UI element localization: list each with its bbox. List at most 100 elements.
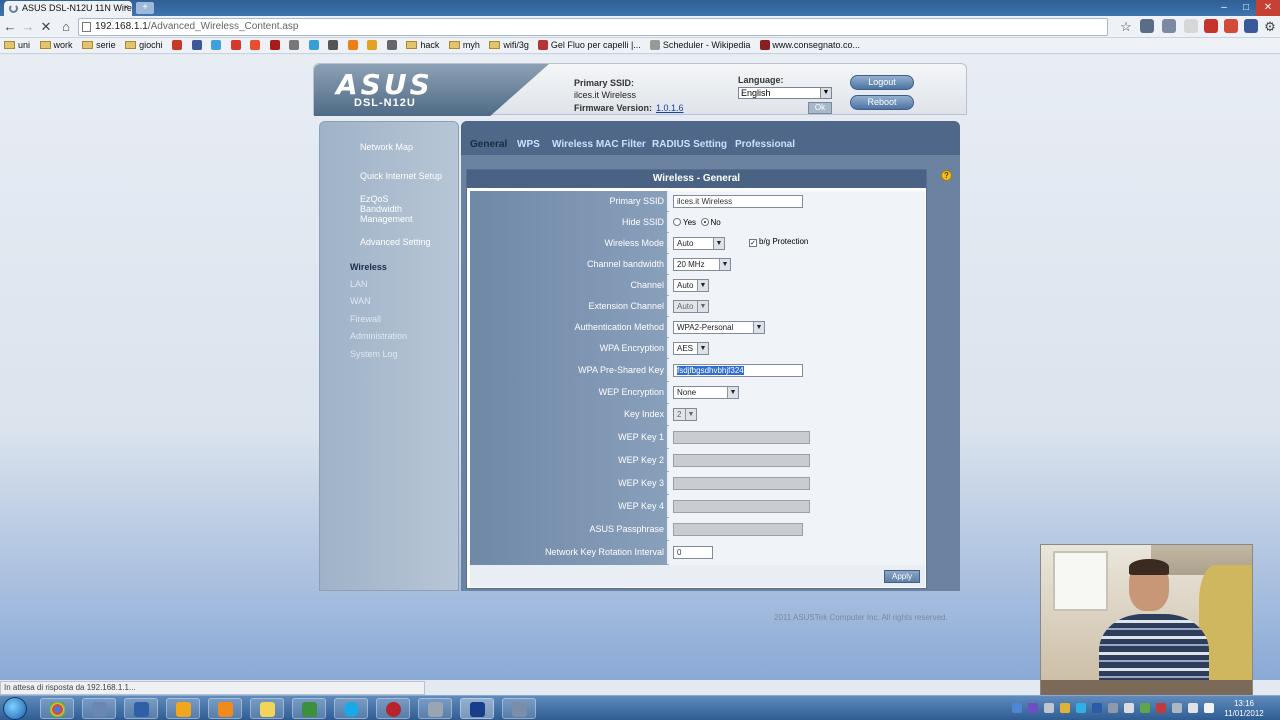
forward-icon[interactable]: → <box>20 19 36 35</box>
bookmark-icon[interactable] <box>308 38 319 54</box>
extension-icon[interactable] <box>1224 19 1238 33</box>
bookmark-icon[interactable] <box>367 38 378 54</box>
close-window-icon[interactable]: ✕ <box>1256 0 1280 16</box>
sidebar-item-advanced[interactable]: Advanced Setting <box>360 237 431 247</box>
tab-radius[interactable]: RADIUS Setting <box>652 139 727 150</box>
bookmark-icon[interactable] <box>289 38 300 54</box>
channel-bandwidth-select[interactable]: 20 MHz ▼ <box>673 258 731 271</box>
taskbar-app[interactable] <box>124 698 158 719</box>
back-icon[interactable]: ← <box>2 19 18 35</box>
hide-ssid-no-radio[interactable]: No <box>700 218 721 227</box>
home-icon[interactable]: ⌂ <box>58 19 74 35</box>
bookmark-icon[interactable] <box>328 38 339 54</box>
maximize-icon[interactable]: □ <box>1234 0 1258 16</box>
extension-icon[interactable] <box>1162 19 1176 33</box>
taskbar-app[interactable] <box>502 698 536 719</box>
bookmark-folder[interactable]: giochi <box>125 38 163 54</box>
wpa-psk-input[interactable]: fsdjfbgsdhvbhjf324 <box>673 364 803 377</box>
wep-key-4-input[interactable] <box>673 500 810 513</box>
bookmark-link[interactable]: www.consegnato.co... <box>759 38 860 54</box>
network-icon[interactable] <box>1172 703 1182 713</box>
bookmark-link[interactable]: Gel Fluo per capelli |... <box>538 38 641 54</box>
bookmark-icon[interactable] <box>347 38 358 54</box>
sidebar-item-network-map[interactable]: Network Map <box>360 142 413 152</box>
key-index-select[interactable]: 2 ▼ <box>673 408 697 421</box>
wep-key-2-input[interactable] <box>673 454 810 467</box>
taskbar-outlook[interactable] <box>166 698 200 719</box>
apply-button[interactable]: Apply <box>884 570 920 583</box>
new-tab-button[interactable]: + <box>136 2 154 14</box>
flag-icon[interactable] <box>1204 703 1214 713</box>
taskbar-app[interactable] <box>82 698 116 719</box>
tray-icon[interactable] <box>1156 703 1166 713</box>
bookmark-icon[interactable] <box>211 38 222 54</box>
bluetooth-icon[interactable] <box>1092 703 1102 713</box>
channel-select[interactable]: Auto ▼ <box>673 279 709 292</box>
tray-icon[interactable] <box>1140 703 1150 713</box>
wpa-encryption-select[interactable]: AES ▼ <box>673 342 709 355</box>
tray-icon[interactable] <box>1044 703 1054 713</box>
language-ok-button[interactable]: Ok <box>808 102 832 114</box>
bookmark-icon[interactable] <box>269 38 280 54</box>
taskbar-chrome[interactable] <box>40 698 74 719</box>
bookmark-link[interactable]: Scheduler - Wikipedia <box>650 38 750 54</box>
start-button[interactable] <box>3 697 27 720</box>
bookmark-icon[interactable] <box>250 38 261 54</box>
taskbar-app[interactable] <box>418 698 452 719</box>
tab-general[interactable]: General <box>470 139 507 150</box>
stop-icon[interactable]: ✕ <box>38 19 54 35</box>
firmware-link[interactable]: 1.0.1.6 <box>656 103 684 113</box>
key-rotation-input[interactable]: 0 <box>673 546 713 559</box>
tray-icon[interactable] <box>1108 703 1118 713</box>
youtube-icon[interactable] <box>1204 19 1218 33</box>
bg-protection-checkbox[interactable]: ✓ b/g Protection <box>749 237 808 247</box>
sidebar-item-lan[interactable]: LAN <box>350 279 368 289</box>
sidebar-item-firewall[interactable]: Firewall <box>350 314 381 324</box>
extension-icon[interactable] <box>1184 19 1198 33</box>
language-select[interactable]: English ▼ <box>738 87 832 99</box>
tray-icon[interactable] <box>1060 703 1070 713</box>
sidebar-item-quick-setup[interactable]: Quick Internet Setup <box>360 171 442 181</box>
taskbar-app[interactable] <box>292 698 326 719</box>
wireless-mode-select[interactable]: Auto ▼ <box>673 237 725 250</box>
tab-close-icon[interactable]: × <box>124 2 129 12</box>
bookmark-folder[interactable]: myh <box>448 38 480 54</box>
extension-channel-select[interactable]: Auto ▼ <box>673 300 709 313</box>
browser-tab[interactable]: ASUS DSL-N12U 11N Wirele × <box>4 1 132 16</box>
sidebar-item-system-log[interactable]: System Log <box>350 349 398 359</box>
help-icon[interactable]: ? <box>941 170 952 181</box>
auth-method-select[interactable]: WPA2-Personal ▼ <box>673 321 765 334</box>
sidebar-item-wan[interactable]: WAN <box>350 296 371 306</box>
primary-ssid-input[interactable]: ilces.it Wireless <box>673 195 803 208</box>
system-clock[interactable]: 13:16 11/01/2012 <box>1222 699 1266 719</box>
tray-icon[interactable] <box>1076 703 1086 713</box>
bookmark-folder[interactable]: hack <box>406 38 439 54</box>
sidebar-item-ezqos[interactable]: EzQoS Bandwidth Management <box>360 194 430 224</box>
sidebar-section-wireless[interactable]: Wireless <box>350 262 387 272</box>
facebook-icon[interactable] <box>1244 19 1258 33</box>
volume-icon[interactable] <box>1188 703 1198 713</box>
bookmark-icon[interactable] <box>172 38 183 54</box>
bookmark-icon[interactable] <box>191 38 202 54</box>
tab-mac-filter[interactable]: Wireless MAC Filter <box>552 139 646 150</box>
tray-icon[interactable] <box>1012 703 1022 713</box>
tray-icon[interactable] <box>1028 703 1038 713</box>
hide-ssid-yes-radio[interactable]: Yes <box>673 218 696 227</box>
wep-key-1-input[interactable] <box>673 431 810 444</box>
taskbar-skype[interactable] <box>334 698 368 719</box>
asus-passphrase-input[interactable] <box>673 523 803 536</box>
taskbar-vlc[interactable] <box>208 698 242 719</box>
bookmark-icon[interactable] <box>230 38 241 54</box>
wrench-menu-icon[interactable]: ⚙ <box>1262 19 1278 35</box>
taskbar-app-active[interactable] <box>460 698 494 719</box>
extension-icon[interactable] <box>1140 19 1154 33</box>
bookmark-icon[interactable] <box>386 38 397 54</box>
wep-key-3-input[interactable] <box>673 477 810 490</box>
address-bar[interactable]: 192.168.1.1/Advanced_Wireless_Content.as… <box>78 18 1108 36</box>
tab-wps[interactable]: WPS <box>517 139 540 150</box>
tray-icon[interactable] <box>1124 703 1134 713</box>
sidebar-item-administration[interactable]: Administration <box>350 331 407 341</box>
logout-button[interactable]: Logout <box>850 75 914 90</box>
wep-encryption-select[interactable]: None ▼ <box>673 386 739 399</box>
taskbar-app[interactable] <box>376 698 410 719</box>
